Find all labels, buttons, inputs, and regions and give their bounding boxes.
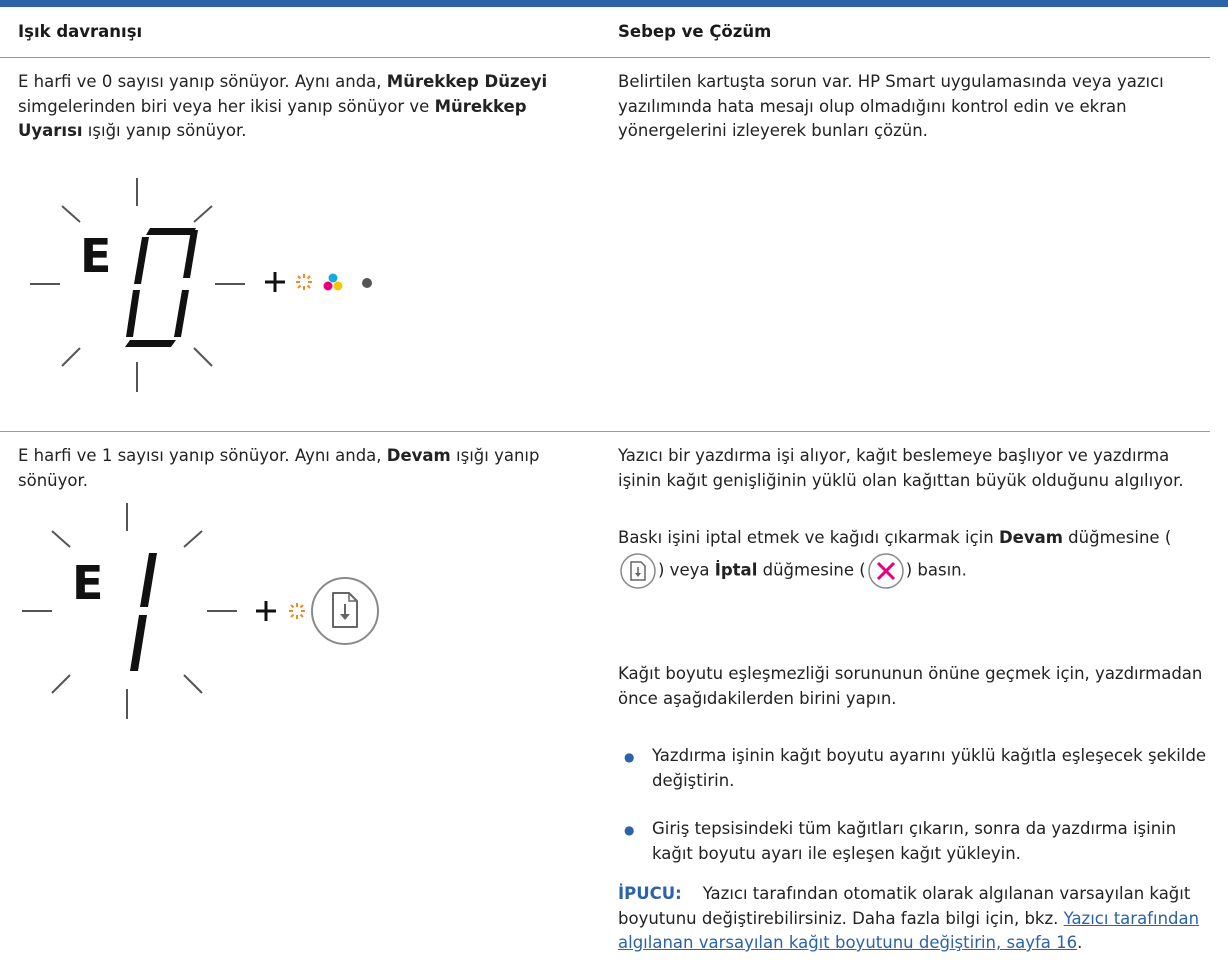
list-item: Giriş tepsisindeki tüm kağıtları çıkarın…	[652, 819, 1177, 863]
column-header-cause-solution: Sebep ve Çözüm	[618, 22, 772, 41]
segment-digit-one	[130, 553, 157, 671]
resume-button-icon	[311, 577, 379, 645]
cancel-button-icon	[867, 553, 904, 589]
row2-cause: Yazıcı bir yazdırma işi alıyor, kağıt be…	[618, 446, 1184, 490]
plus-icon	[265, 272, 285, 292]
blink-rays	[30, 178, 245, 392]
column-header-light-behavior: Işık davranışı	[18, 22, 143, 41]
resume-button-icon	[620, 553, 656, 589]
plus-icon	[256, 601, 276, 621]
row2-control-panel-illustration: E	[22, 503, 379, 719]
ink-color-icon	[323, 273, 343, 291]
row2-description: E harfi ve 1 sayısı yanıp sönüyor. Aynı …	[18, 446, 540, 490]
row1-solution: Belirtilen kartuşta sorun var. HP Smart …	[618, 72, 1164, 140]
tip-note: İPUCU: Yazıcı tarafından otomatik olarak…	[618, 884, 1200, 952]
resume-light-icon	[289, 603, 305, 619]
row-divider	[0, 431, 1210, 432]
segment-digit-zero	[125, 228, 198, 347]
bullet-icon: ●	[624, 823, 635, 837]
bullet-icon: ●	[624, 750, 635, 764]
blink-rays	[22, 503, 237, 719]
segment-letter-e: E	[72, 556, 103, 610]
ink-black-icon	[362, 278, 372, 288]
list-item: Yazdırma işinin kağıt boyutu ayarını yük…	[652, 746, 1207, 790]
top-accent-bar	[0, 0, 1228, 7]
row1-control-panel-illustration: E	[30, 178, 372, 392]
tip-label: İPUCU:	[618, 884, 682, 903]
segment-letter-e: E	[80, 229, 111, 283]
row2-prevention: Kağıt boyutu eşleşmezliği sorununun önün…	[618, 664, 1203, 708]
row2-instruction: Baskı işini iptal etmek ve kağıdı çıkarm…	[618, 525, 1210, 591]
row1-description: E harfi ve 0 sayısı yanıp sönüyor. Aynı …	[18, 72, 548, 140]
header-divider	[0, 57, 1210, 58]
ink-alert-light-icon	[296, 274, 312, 290]
